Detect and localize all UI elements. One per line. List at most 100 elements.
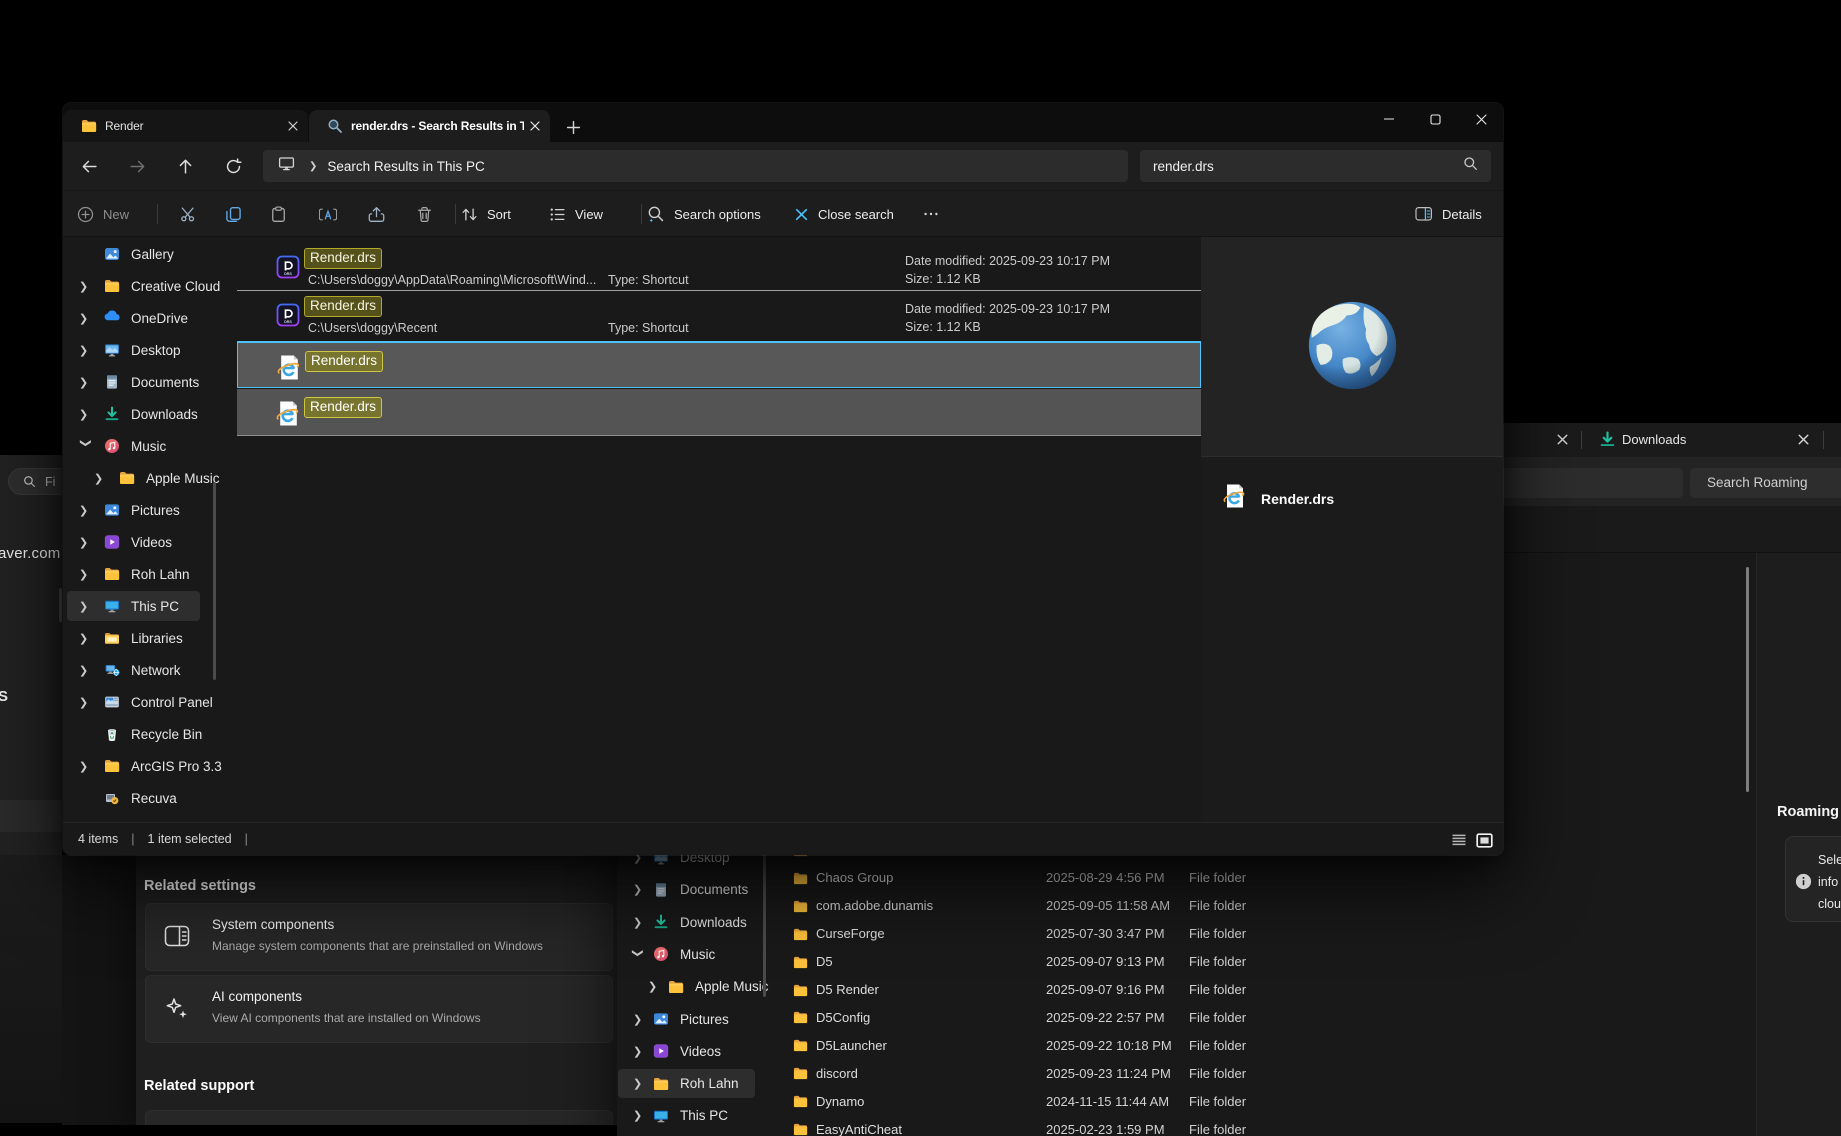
file-row[interactable]: Render.drs: [237, 341, 1201, 388]
file-row[interactable]: DRS Render.drs C:\Users\doggy\AppData\Ro…: [237, 243, 1201, 291]
sidebar-item-recycle-bin[interactable]: Recycle Bin: [67, 719, 200, 749]
bg-folder-row[interactable]: D5Config 2025-09-22 2:57 PM File folder: [772, 1003, 1752, 1031]
paste-button[interactable]: [262, 199, 294, 229]
file-row[interactable]: Render.drs: [237, 389, 1201, 436]
bg-folder-row[interactable]: Dynamo 2024-11-15 11:44 AM File folder: [772, 1087, 1752, 1115]
address-bar[interactable]: ❯ Search Results in This PC: [263, 150, 1128, 182]
bg-sidebar-item-videos[interactable]: ❯ Videos: [618, 1037, 755, 1066]
chevron-icon[interactable]: ❯: [79, 408, 93, 421]
cut-button[interactable]: [172, 199, 204, 229]
bg-sidebar-scrollbar[interactable]: [763, 851, 766, 997]
delete-button[interactable]: [408, 199, 440, 229]
bg-folder-row[interactable]: discord 2025-09-23 11:24 PM File folder: [772, 1059, 1752, 1087]
chevron-icon[interactable]: ❯: [79, 760, 93, 773]
bg-sidebar-item-downloads[interactable]: ❯ Downloads: [618, 908, 755, 937]
chevron-icon[interactable]: ❯: [633, 1109, 643, 1122]
chevron-icon[interactable]: ❯: [648, 980, 658, 993]
rename-button[interactable]: [312, 199, 344, 229]
chevron-icon[interactable]: ❯: [79, 344, 93, 357]
chevron-icon[interactable]: ❯: [79, 376, 93, 389]
related-support-card[interactable]: [145, 1110, 613, 1125]
sidebar-item-music[interactable]: ❯ Music: [67, 431, 200, 461]
browser-scrollbar[interactable]: [59, 588, 62, 622]
chevron-icon[interactable]: ❯: [79, 536, 93, 549]
sidebar-item-recuva[interactable]: Recuva: [67, 783, 200, 813]
bg-folder-row[interactable]: D5Launcher 2025-09-22 10:18 PM File fold…: [772, 1031, 1752, 1059]
bg-folder-row[interactable]: Chaos Group 2025-08-29 4:56 PM File fold…: [772, 864, 1752, 892]
copy-button[interactable]: [217, 199, 249, 229]
bg-search-box[interactable]: Search Roaming: [1690, 468, 1841, 498]
sidebar-item-arcgis-pro-3-3[interactable]: ❯ ArcGIS Pro 3.3: [67, 751, 200, 781]
sidebar-item-roh-lahn[interactable]: ❯ Roh Lahn: [67, 559, 200, 589]
close-search-button[interactable]: Close search: [794, 199, 894, 229]
close-window-button[interactable]: [1458, 103, 1503, 135]
bg-folder-row[interactable]: D5 2025-09-07 9:13 PM File folder: [772, 948, 1752, 976]
refresh-button[interactable]: [217, 150, 249, 182]
bg-folder-row[interactable]: CurseForge 2025-07-30 3:47 PM File folde…: [772, 920, 1752, 948]
chevron-icon[interactable]: ❯: [79, 632, 93, 645]
sidebar-item-desktop[interactable]: ❯ Desktop: [67, 335, 200, 365]
chevron-icon[interactable]: ❯: [79, 312, 93, 325]
chevron-icon[interactable]: ❯: [79, 504, 93, 517]
up-button[interactable]: [169, 150, 201, 182]
tab-render[interactable]: Render: [63, 110, 308, 142]
bg-sidebar-item-apple-music[interactable]: ❯ Apple Music: [618, 972, 755, 1001]
search-box[interactable]: render.drs: [1140, 150, 1491, 182]
chevron-icon[interactable]: ❯: [79, 600, 93, 613]
new-button[interactable]: New: [77, 199, 129, 229]
chevron-icon[interactable]: ❯: [633, 916, 643, 929]
bg-folder-row[interactable]: EasyAntiCheat 2025-02-23 1:59 PM File fo…: [772, 1115, 1752, 1136]
bg-sidebar-item-pictures[interactable]: ❯ Pictures: [618, 1005, 755, 1034]
settings-card-ai-components[interactable]: AI components View AI components that ar…: [145, 975, 613, 1043]
sidebar-item-downloads[interactable]: ❯ Downloads: [67, 399, 200, 429]
bg-list-scrollbar[interactable]: [1746, 567, 1749, 792]
sidebar-item-gallery[interactable]: Gallery: [67, 239, 200, 269]
maximize-button[interactable]: [1412, 103, 1458, 135]
search-icon[interactable]: [1463, 156, 1478, 176]
bg-sidebar-item-music[interactable]: ❯ Music: [618, 940, 755, 969]
share-button[interactable]: [360, 199, 392, 229]
browser-find-field[interactable]: Fi: [8, 468, 62, 495]
close-tab-icon[interactable]: [527, 118, 543, 134]
thumbnail-view-toggle[interactable]: [1473, 829, 1495, 851]
sidebar-item-videos[interactable]: ❯ Videos: [67, 527, 200, 557]
chevron-icon[interactable]: ❯: [633, 1045, 643, 1058]
chevron-icon[interactable]: ❯: [79, 280, 93, 293]
bg-folder-row[interactable]: com.adobe.dunamis 2025-09-05 11:58 AM Fi…: [772, 892, 1752, 920]
bg-sidebar-item-documents[interactable]: ❯ Documents: [618, 875, 755, 904]
close-tab-icon[interactable]: [1555, 432, 1570, 452]
back-button[interactable]: [73, 150, 105, 182]
details-view-toggle[interactable]: [1448, 829, 1470, 851]
sidebar-item-network[interactable]: ❯ Network: [67, 655, 200, 685]
close-tab-icon[interactable]: [285, 118, 301, 134]
chevron-icon[interactable]: ❯: [94, 472, 108, 485]
sidebar-item-this-pc[interactable]: ❯ This PC: [67, 591, 200, 621]
bg-tab-downloads[interactable]: Downloads: [1622, 432, 1686, 447]
chevron-icon[interactable]: ❯: [632, 948, 645, 958]
sidebar-item-documents[interactable]: ❯ Documents: [67, 367, 200, 397]
sidebar-item-control-panel[interactable]: ❯ Control Panel: [67, 687, 200, 717]
settings-card-system-components[interactable]: System components Manage system componen…: [145, 903, 613, 971]
chevron-icon[interactable]: ❯: [633, 1077, 643, 1090]
close-tab-icon[interactable]: [1796, 432, 1811, 452]
details-button[interactable]: Details: [1415, 199, 1482, 229]
chevron-icon[interactable]: ❯: [79, 664, 93, 677]
tab-search-results[interactable]: render.drs - Search Results in T: [309, 110, 550, 142]
bg-sidebar-item-roh-lahn[interactable]: ❯ Roh Lahn: [618, 1069, 755, 1098]
chevron-icon[interactable]: ❯: [79, 696, 93, 709]
file-row[interactable]: DRS Render.drs C:\Users\doggy\Recent Typ…: [237, 291, 1201, 339]
sidebar-item-apple-music[interactable]: ❯ Apple Music: [67, 463, 200, 493]
new-tab-button[interactable]: [563, 117, 583, 137]
sidebar-item-pictures[interactable]: ❯ Pictures: [67, 495, 200, 525]
more-options-button[interactable]: [915, 199, 947, 229]
chevron-icon[interactable]: ❯: [633, 1013, 643, 1026]
forward-button[interactable]: [121, 150, 153, 182]
browser-link-text[interactable]: aver.com: [0, 545, 60, 562]
view-button[interactable]: View: [549, 199, 603, 229]
sidebar-item-creative-cloud[interactable]: ❯ Creative Cloud: [67, 271, 200, 301]
sort-button[interactable]: Sort: [461, 199, 511, 229]
sidebar-item-libraries[interactable]: ❯ Libraries: [67, 623, 200, 653]
chevron-icon[interactable]: ❯: [80, 438, 93, 452]
sidebar-scrollbar[interactable]: [213, 482, 216, 680]
sidebar-item-onedrive[interactable]: ❯ OneDrive: [67, 303, 200, 333]
